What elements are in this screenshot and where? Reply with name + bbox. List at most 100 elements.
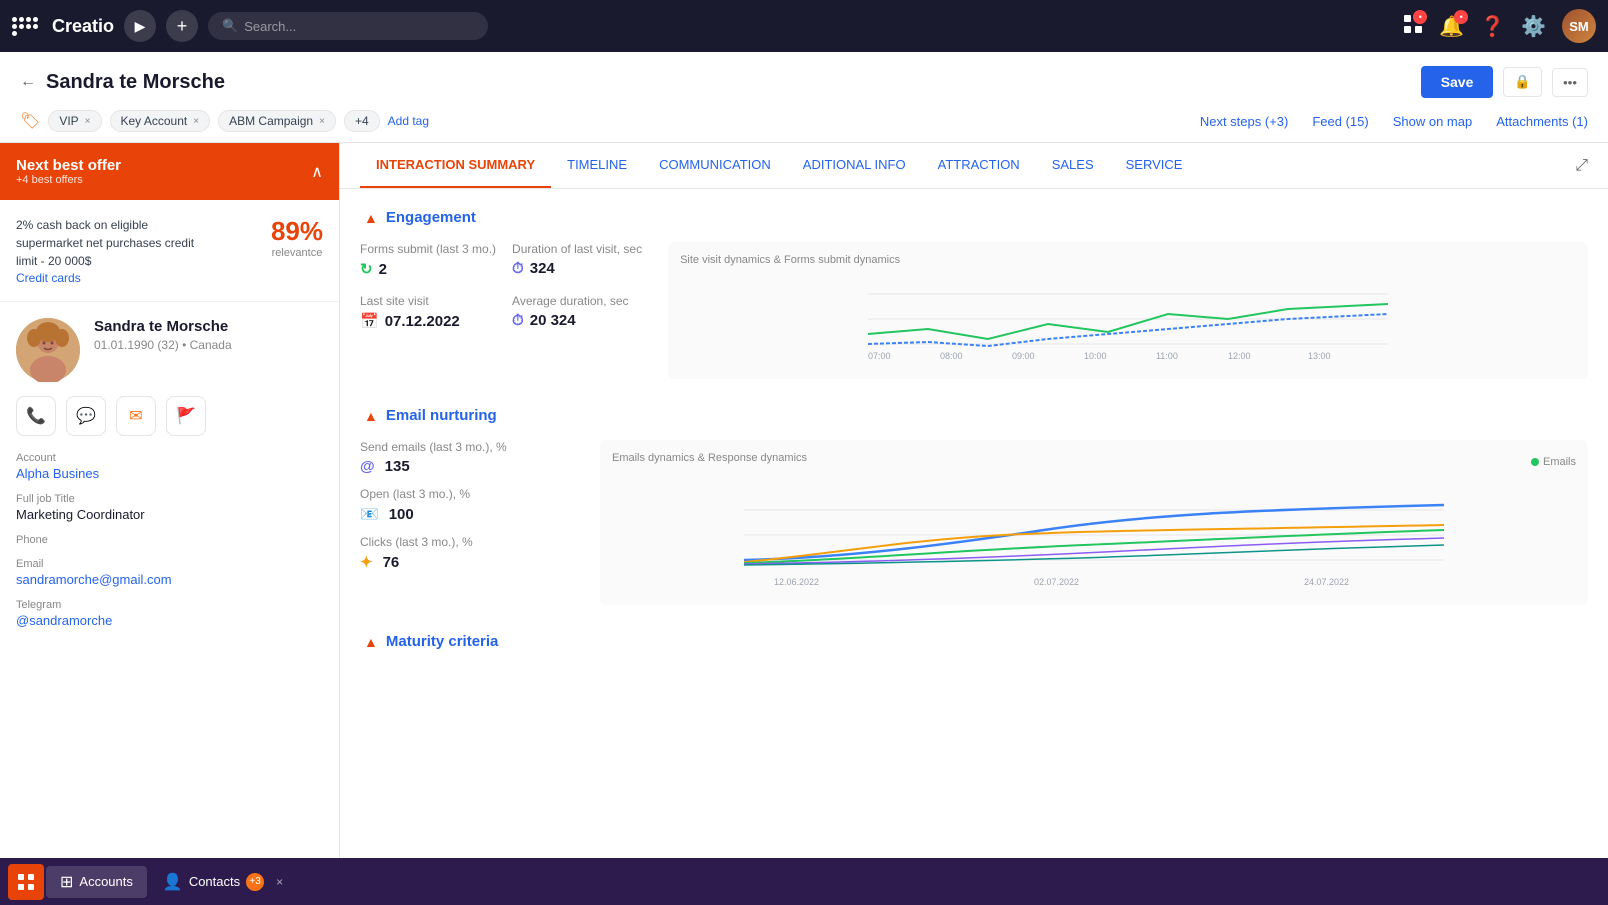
svg-text:12:00: 12:00 (1228, 351, 1251, 361)
phone-label: Phone (16, 534, 323, 546)
tag-vip[interactable]: VIP × (48, 110, 101, 132)
back-button[interactable]: ← (20, 73, 36, 91)
account-field: Account Alpha Busines (16, 452, 323, 481)
chat-button[interactable]: 💬 (66, 396, 106, 436)
forms-submit-stat: Forms submit (last 3 mo.) ↻ 2 (360, 242, 496, 278)
feed-link[interactable]: Feed (15) (1312, 114, 1368, 129)
email-nurturing-collapse-icon[interactable]: ▲ (364, 408, 378, 424)
contacts-taskbar-icon: 👤 (163, 872, 183, 892)
user-avatar[interactable]: SM (1562, 9, 1596, 43)
tab-interaction-summary[interactable]: INTERACTION SUMMARY (360, 143, 551, 188)
duration-value: ⏱ 324 (512, 260, 648, 277)
profile-info: Sandra te Morsche 01.01.1990 (32) • Cana… (94, 318, 232, 352)
nbo-collapse-icon: ∧ (311, 162, 323, 182)
header-actions: Save 🔒 ••• (1421, 66, 1588, 98)
clicks-value: ✦ 76 (360, 553, 580, 571)
contacts-close-button[interactable]: × (276, 875, 283, 889)
open-value: 📧 100 (360, 505, 580, 523)
tag-abm-campaign[interactable]: ABM Campaign × (218, 110, 336, 132)
duration-icon: ⏱ (512, 260, 524, 277)
profile-top: Sandra te Morsche 01.01.1990 (32) • Cana… (16, 318, 323, 382)
next-steps-link[interactable]: Next steps (+3) (1200, 114, 1289, 129)
nbo-header[interactable]: Next best offer +4 best offers ∧ (0, 143, 339, 200)
svg-text:13:00: 13:00 (1308, 351, 1331, 361)
expand-button[interactable]: ⤢ (1575, 157, 1588, 175)
job-title-field: Full job Title Marketing Coordinator (16, 493, 323, 522)
tag-key-account-remove[interactable]: × (193, 116, 199, 127)
maturity-collapse-icon[interactable]: ▲ (364, 634, 378, 650)
flag-button[interactable]: 🚩 (166, 396, 206, 436)
tab-attraction[interactable]: ATTRACTION (922, 143, 1036, 188)
emails-legend: Emails (1531, 456, 1576, 468)
page-header: ← Sandra te Morsche Save 🔒 ••• 🏷 VIP × K… (0, 52, 1608, 143)
email-value[interactable]: sandramorche@gmail.com (16, 572, 323, 587)
taskbar-home-button[interactable] (8, 864, 44, 900)
profile-meta: 01.01.1990 (32) • Canada (94, 338, 232, 352)
tag-abm-campaign-remove[interactable]: × (319, 116, 325, 127)
telegram-value[interactable]: @sandramorche (16, 613, 323, 628)
tab-communication[interactable]: COMMUNICATION (643, 143, 787, 188)
engagement-title: Engagement (386, 209, 476, 226)
send-label: Send emails (last 3 mo.), % (360, 440, 580, 454)
profile-name: Sandra te Morsche (94, 318, 232, 335)
svg-text:09:00: 09:00 (1012, 351, 1035, 361)
send-value: @ 135 (360, 458, 580, 475)
settings-icon[interactable]: ⚙️ (1521, 14, 1546, 39)
nbo-offer-text: 2% cash back on eligible supermarket net… (16, 216, 216, 270)
emails-legend-dot (1531, 458, 1539, 466)
last-visit-stat: Last site visit 📅 07.12.2022 (360, 294, 496, 330)
top-navigation: Creatio ▶ + 🔍 • 🔔 • ❓ ⚙️ SM (0, 0, 1608, 52)
add-button[interactable]: + (166, 10, 198, 42)
search-input[interactable] (244, 19, 474, 34)
engagement-section: ▲ Engagement Forms submit (last 3 mo.) ↻… (360, 209, 1588, 379)
tag-vip-remove[interactable]: × (85, 116, 91, 127)
page-title: ← Sandra te Morsche (20, 71, 225, 94)
tag-key-account[interactable]: Key Account × (110, 110, 211, 132)
svg-text:02.07.2022: 02.07.2022 (1034, 577, 1079, 587)
engagement-chart-title: Site visit dynamics & Forms submit dynam… (680, 254, 1576, 266)
accounts-taskbar-button[interactable]: ⊞ Accounts (46, 866, 147, 898)
add-tag-button[interactable]: Add tag (388, 114, 429, 128)
tabs-bar: INTERACTION SUMMARY TIMELINE COMMUNICATI… (340, 143, 1608, 189)
svg-text:08:00: 08:00 (940, 351, 963, 361)
contacts-taskbar-button[interactable]: 👤 Contacts +3 × (149, 866, 297, 898)
duration-label: Duration of last visit, sec (512, 242, 648, 256)
avg-duration-label: Average duration, sec (512, 294, 648, 308)
tag-abm-campaign-label: ABM Campaign (229, 114, 313, 128)
engagement-collapse-icon[interactable]: ▲ (364, 210, 378, 226)
engagement-stats: Forms submit (last 3 mo.) ↻ 2 Duration o… (360, 242, 648, 330)
svg-text:07:00: 07:00 (868, 351, 891, 361)
notifications-icon[interactable]: 🔔 • (1439, 14, 1464, 39)
right-panel: INTERACTION SUMMARY TIMELINE COMMUNICATI… (340, 143, 1608, 858)
lock-button[interactable]: 🔒 (1503, 67, 1542, 97)
tag-plus-count[interactable]: +4 (344, 110, 380, 132)
apps-icon[interactable]: • (1403, 14, 1423, 39)
apps-badge: • (1413, 10, 1427, 24)
account-value[interactable]: Alpha Busines (16, 466, 323, 481)
attachments-link[interactable]: Attachments (1) (1496, 114, 1588, 129)
at-icon: @ (360, 458, 375, 475)
phone-button[interactable]: 📞 (16, 396, 56, 436)
tab-timeline[interactable]: TIMELINE (551, 143, 643, 188)
email-label: Email (16, 558, 323, 570)
help-icon[interactable]: ❓ (1480, 14, 1505, 39)
clicks-stat: Clicks (last 3 mo.), % ✦ 76 (360, 535, 580, 571)
tab-additional-info[interactable]: ADITIONAL INFO (787, 143, 922, 188)
more-button[interactable]: ••• (1552, 68, 1588, 97)
tab-sales[interactable]: SALES (1036, 143, 1110, 188)
email-button[interactable]: ✉ (116, 396, 156, 436)
nbo-title: Next best offer (16, 157, 121, 174)
tab-service[interactable]: SERVICE (1110, 143, 1199, 188)
avatar-svg (16, 318, 80, 382)
show-on-map-link[interactable]: Show on map (1393, 114, 1473, 129)
play-button[interactable]: ▶ (124, 10, 156, 42)
clicks-label: Clicks (last 3 mo.), % (360, 535, 580, 549)
telegram-label: Telegram (16, 599, 323, 611)
save-button[interactable]: Save (1421, 66, 1494, 98)
profile-card: Sandra te Morsche 01.01.1990 (32) • Cana… (0, 302, 339, 656)
nbo-header-text: Next best offer +4 best offers (16, 157, 121, 186)
telegram-field: Telegram @sandramorche (16, 599, 323, 628)
job-title-label: Full job Title (16, 493, 323, 505)
nbo-subtitle: +4 best offers (16, 174, 121, 186)
nbo-offer-link[interactable]: Credit cards (16, 271, 81, 285)
